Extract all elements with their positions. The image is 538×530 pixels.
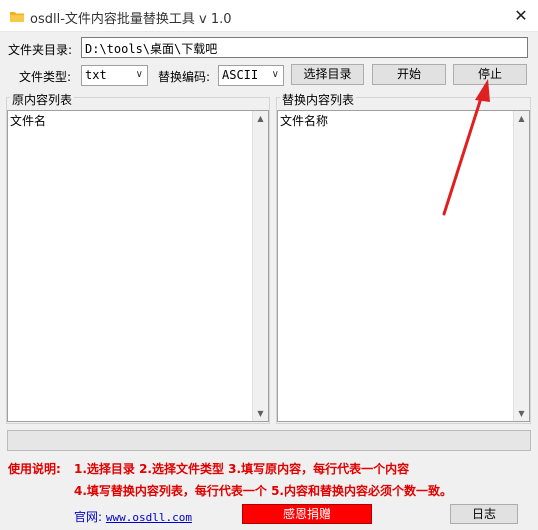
- chevron-down-icon: ∨: [271, 69, 279, 80]
- close-button[interactable]: ✕: [505, 2, 537, 30]
- replace-content-text: 文件名称: [280, 114, 329, 128]
- filetype-select[interactable]: txt ∨: [81, 65, 148, 86]
- instructions-label: 使用说明:: [8, 462, 61, 476]
- website-link[interactable]: 官网: www.osdll.com: [74, 508, 192, 525]
- close-icon: ✕: [514, 6, 528, 25]
- instructions-line-1: 1.选择目录 2.选择文件类型 3.填写原内容，每行代表一个内容: [74, 462, 410, 476]
- encoding-value: ASCII: [222, 68, 259, 82]
- filetype-value: txt: [85, 68, 107, 82]
- select-directory-button[interactable]: 选择目录: [291, 64, 364, 85]
- replace-content-title: 替换内容列表: [280, 91, 357, 108]
- replace-content-scrollbar[interactable]: ▲ ▼: [513, 111, 529, 421]
- instructions-line-2: 4.填写替换内容列表，每行代表一个 5.内容和替换内容必须个数一致。: [74, 484, 452, 498]
- folder-label: 文件夹目录:: [8, 43, 73, 57]
- start-button[interactable]: 开始: [372, 64, 446, 85]
- folder-path-input[interactable]: D:\tools\桌面\下载吧: [81, 37, 528, 58]
- original-content-scrollbar[interactable]: ▲ ▼: [252, 111, 268, 421]
- original-content-textarea[interactable]: 文件名 ▲ ▼: [7, 110, 269, 422]
- filetype-label: 文件类型:: [19, 70, 72, 84]
- folder-app-icon: [10, 12, 24, 22]
- chevron-down-icon: ∨: [135, 69, 143, 80]
- encoding-select[interactable]: ASCII ∨: [218, 65, 284, 86]
- window-title: osdll-文件内容批量替换工具 v 1.0: [30, 12, 232, 27]
- scroll-up-icon[interactable]: ▲: [514, 114, 529, 123]
- scroll-up-icon[interactable]: ▲: [253, 114, 268, 123]
- original-content-title: 原内容列表: [10, 91, 75, 108]
- replace-content-textarea[interactable]: 文件名称 ▲ ▼: [277, 110, 530, 422]
- original-content-text: 文件名: [10, 114, 47, 128]
- website-url: www.osdll.com: [105, 511, 192, 524]
- progress-bar: [7, 430, 531, 451]
- title-bar: osdll-文件内容批量替换工具 v 1.0 ✕: [0, 0, 538, 32]
- scroll-down-icon[interactable]: ▼: [514, 409, 529, 418]
- website-label: 官网:: [74, 510, 103, 524]
- donate-button[interactable]: 感恩捐赠: [242, 504, 372, 524]
- log-button[interactable]: 日志: [450, 504, 518, 524]
- stop-button[interactable]: 停止: [453, 64, 527, 85]
- scroll-down-icon[interactable]: ▼: [253, 409, 268, 418]
- encoding-label: 替换编码:: [158, 70, 211, 84]
